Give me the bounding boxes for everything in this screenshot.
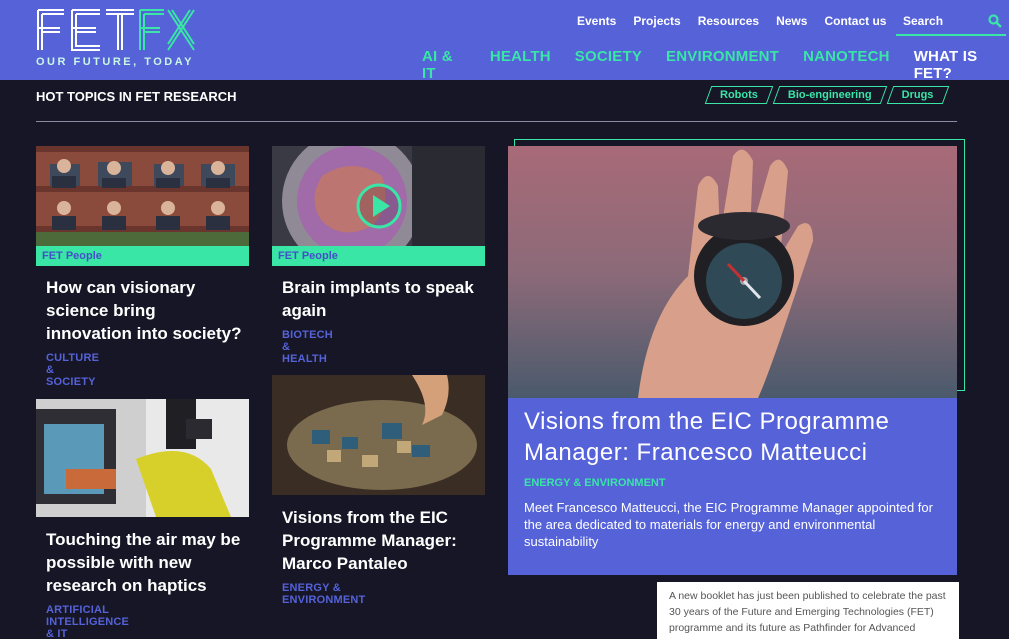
nav-ai-it[interactable]: AI & IT: [422, 48, 466, 82]
tagline: OUR FUTURE, TODAY: [36, 56, 195, 68]
card-title[interactable]: Visions from the EIC Programme Manager: …: [282, 506, 482, 575]
nav-contact-us[interactable]: Contact us: [824, 14, 886, 28]
nav-nanotech[interactable]: NANOTECH: [803, 48, 890, 82]
tag-bio-engineering[interactable]: Bio-engineering: [776, 86, 884, 104]
article-thumbnail[interactable]: [272, 375, 485, 495]
article-thumbnail[interactable]: FET People: [272, 146, 485, 266]
hot-topic-tags: Robots Bio-engineering Drugs: [708, 86, 945, 104]
feature-category[interactable]: ENERGY & ENVIRONMENT: [524, 477, 666, 489]
nav-health[interactable]: HEALTH: [490, 48, 551, 82]
nav-events[interactable]: Events: [577, 14, 616, 28]
nav-what-is-fet[interactable]: WHAT IS FET?: [914, 48, 1009, 82]
nav-environment[interactable]: ENVIRONMENT: [666, 48, 779, 82]
article-thumbnail[interactable]: [36, 399, 249, 517]
card-title[interactable]: Brain implants to speak again: [282, 276, 482, 322]
site-header: OUR FUTURE, TODAY Events Projects Resour…: [0, 0, 1009, 82]
search-icon[interactable]: [988, 14, 1002, 33]
feature-image[interactable]: [508, 146, 957, 398]
card-label: FET People: [36, 246, 249, 266]
card-category[interactable]: ARTIFICIAL INTELLIGENCE & IT: [46, 604, 129, 639]
tag-drugs[interactable]: Drugs: [890, 86, 946, 104]
nav-resources[interactable]: Resources: [698, 14, 759, 28]
nav-projects[interactable]: Projects: [633, 14, 680, 28]
search-input[interactable]: Search: [896, 8, 1006, 36]
card-title[interactable]: How can visionary science bring innovati…: [46, 276, 246, 345]
card-category[interactable]: ENERGY & ENVIRONMENT: [282, 582, 365, 606]
nav-news[interactable]: News: [776, 14, 807, 28]
tag-robots[interactable]: Robots: [708, 86, 770, 104]
card-label: FET People: [272, 246, 485, 266]
nav-society[interactable]: SOCIETY: [575, 48, 642, 82]
hot-topics-title: HOT TOPICS IN FET RESEARCH: [36, 89, 237, 104]
search-placeholder: Search: [903, 14, 944, 28]
card-title[interactable]: Touching the air may be possible with ne…: [46, 528, 246, 597]
top-nav: Events Projects Resources News Contact u…: [577, 14, 903, 28]
feature-card[interactable]: Visions from the EIC Programme Manager: …: [508, 398, 957, 575]
card-category[interactable]: BIOTECH & HEALTH: [282, 329, 333, 365]
article-thumbnail[interactable]: FET People: [36, 146, 249, 266]
card-category[interactable]: CULTURE & SOCIETY: [46, 352, 99, 388]
booklet-teaser[interactable]: A new booklet has just been published to…: [657, 582, 959, 639]
main-nav: AI & IT HEALTH SOCIETY ENVIRONMENT NANOT…: [422, 48, 1009, 82]
play-icon[interactable]: [355, 182, 403, 235]
feature-title[interactable]: Visions from the EIC Programme Manager: …: [524, 406, 954, 468]
feature-description: Meet Francesco Matteucci, the EIC Progra…: [524, 500, 933, 549]
section-divider: [36, 121, 957, 122]
